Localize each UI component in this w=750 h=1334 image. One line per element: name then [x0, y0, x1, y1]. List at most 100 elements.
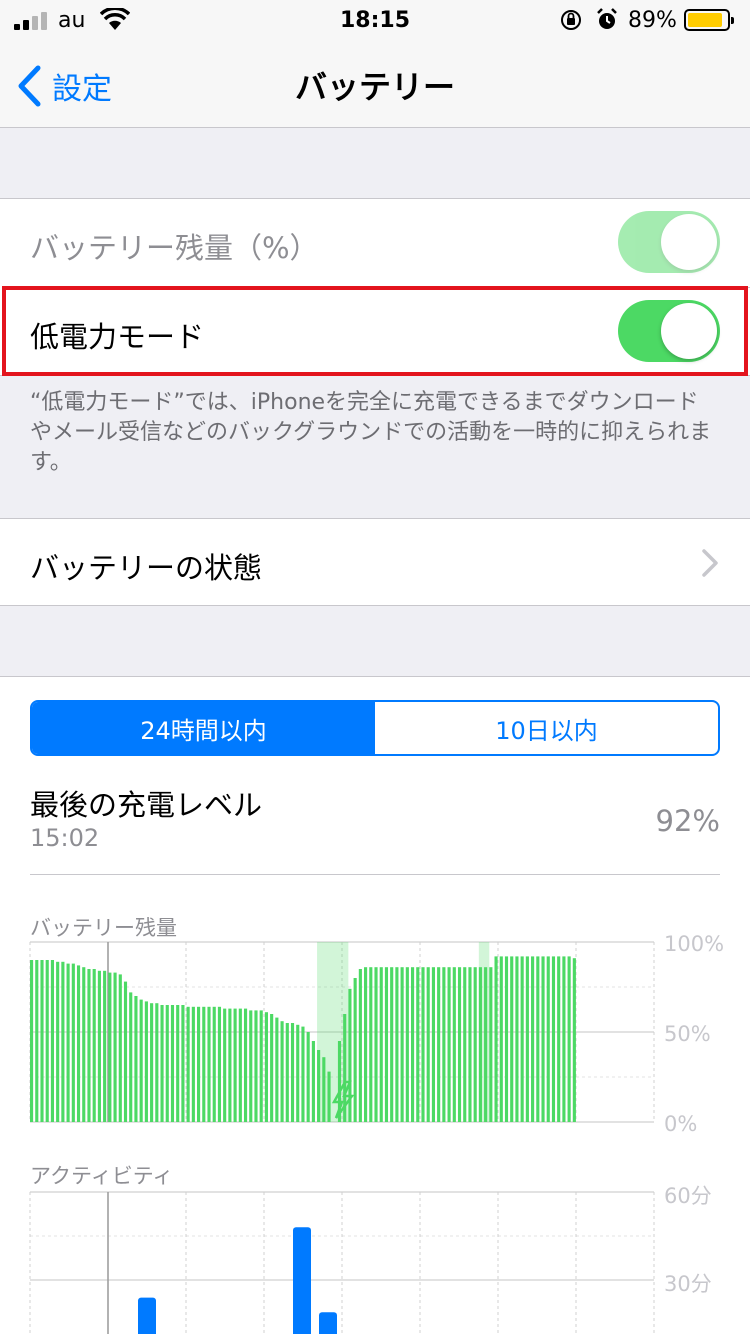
- battery-bar-56: [322, 1057, 326, 1122]
- battery-bar-30: [186, 1006, 190, 1122]
- battery-bar-23: [150, 1003, 154, 1122]
- battery-bar-49: [285, 1023, 289, 1122]
- battery-bar-45: [264, 1012, 268, 1122]
- battery-bar-18: [123, 981, 128, 1122]
- battery-bar-75: [421, 967, 425, 1122]
- battery-bar-38: [228, 1008, 232, 1122]
- battery-bar-4: [50, 960, 55, 1122]
- battery-bar-62: [353, 978, 357, 1122]
- battery-bar-20: [134, 996, 138, 1122]
- battery-bar-2: [40, 960, 44, 1122]
- battery-bar-14: [103, 970, 107, 1122]
- battery-bar-5: [56, 961, 60, 1122]
- battery-bar-22: [144, 1001, 148, 1122]
- battery-bar-68: [384, 967, 389, 1122]
- battery-health-row[interactable]: バッテリーの状態: [0, 519, 750, 607]
- battery-bar-78: [437, 967, 441, 1122]
- battery-bar-103: [567, 956, 571, 1122]
- battery-bar-46: [270, 1014, 274, 1122]
- battery-bar-77: [431, 967, 435, 1122]
- battery-icon: [684, 9, 734, 31]
- battery-bar-55: [317, 1050, 321, 1122]
- battery-bar-101: [557, 956, 561, 1122]
- battery-bar-13: [97, 970, 101, 1122]
- battery-bar-76: [426, 967, 430, 1122]
- battery-bar-95: [525, 956, 529, 1122]
- battery-bar-102: [562, 956, 566, 1122]
- activity-chart-title: アクティビティ: [30, 1164, 174, 1188]
- battery-bar-3: [45, 960, 49, 1122]
- battery-bar-50: [290, 1023, 295, 1122]
- battery-bar-70: [395, 967, 399, 1122]
- battery-bar-87: [484, 967, 488, 1122]
- activity-bar-0: [138, 1297, 156, 1334]
- battery-ytick-50: 50%: [664, 1022, 711, 1046]
- battery-bar-24: [155, 1003, 159, 1122]
- battery-bar-89: [494, 956, 498, 1122]
- battery-bar-36: [217, 1006, 222, 1122]
- battery-bar-21: [139, 999, 143, 1122]
- battery-bar-8: [71, 963, 75, 1122]
- segment-24-hours[interactable]: 24時間以内: [32, 702, 375, 754]
- battery-level-chart: [29, 941, 655, 1123]
- battery-bar-74: [416, 967, 420, 1122]
- battery-bar-43: [254, 1010, 258, 1122]
- battery-bar-33: [202, 1006, 206, 1122]
- battery-bar-104: [572, 958, 576, 1122]
- battery-bar-44: [259, 1010, 263, 1122]
- activity-bar-1: [293, 1227, 311, 1334]
- battery-ytick-0: 0%: [664, 1112, 698, 1136]
- battery-bar-16: [113, 972, 117, 1122]
- battery-bar-32: [197, 1006, 201, 1122]
- segment-10-days[interactable]: 10日以内: [375, 702, 718, 754]
- battery-percentage-toggle[interactable]: [618, 211, 720, 273]
- last-charge-level: 92%: [655, 804, 720, 838]
- battery-health-label: バッテリーの状態: [30, 551, 263, 585]
- battery-bar-34: [207, 1006, 211, 1122]
- battery-bar-1: [35, 960, 39, 1122]
- battery-bar-40: [238, 1008, 242, 1122]
- battery-bar-72: [405, 967, 409, 1122]
- battery-bar-57: [327, 1071, 331, 1122]
- battery-bar-17: [118, 974, 122, 1122]
- battery-bar-80: [447, 967, 451, 1122]
- battery-bar-19: [129, 992, 133, 1122]
- battery-bar-93: [515, 956, 519, 1122]
- battery-bar-99: [546, 956, 550, 1122]
- battery-bar-63: [358, 969, 362, 1122]
- battery-bar-11: [87, 969, 91, 1122]
- battery-bar-94: [520, 956, 524, 1122]
- battery-bar-96: [531, 956, 535, 1122]
- battery-bar-65: [369, 967, 373, 1122]
- battery-bar-29: [181, 1005, 185, 1122]
- battery-bar-81: [452, 967, 456, 1122]
- battery-percentage-label: バッテリー残量（%）: [30, 231, 319, 265]
- page-title: バッテリー: [294, 68, 455, 106]
- battery-bar-73: [410, 967, 415, 1122]
- status-bar: au 18:15 89%: [0, 0, 750, 40]
- activity-bar-2: [319, 1312, 337, 1334]
- battery-bar-41: [243, 1008, 248, 1122]
- battery-bar-9: [76, 965, 81, 1122]
- battery-bar-54: [311, 1041, 315, 1122]
- battery-bar-28: [176, 1005, 180, 1122]
- battery-bar-31: [191, 1006, 195, 1122]
- battery-bar-71: [400, 967, 404, 1122]
- battery-bar-51: [296, 1024, 300, 1122]
- battery-bar-64: [364, 967, 368, 1122]
- battery-bar-82: [457, 967, 462, 1122]
- section-divider: [30, 874, 720, 875]
- time-range-segmented-control[interactable]: 24時間以内 10日以内: [30, 700, 720, 756]
- battery-bar-52: [301, 1026, 305, 1122]
- battery-bar-25: [160, 1005, 164, 1122]
- battery-bar-53: [306, 1032, 310, 1122]
- battery-bar-48: [280, 1021, 284, 1122]
- battery-bar-15: [108, 972, 112, 1122]
- battery-bar-39: [233, 1008, 237, 1122]
- navigation-bar: 設定 バッテリー: [0, 40, 750, 128]
- battery-bar-100: [551, 956, 556, 1122]
- battery-health-group: バッテリーの状態: [0, 518, 750, 606]
- alarm-icon: [597, 8, 617, 29]
- battery-bar-35: [212, 1006, 216, 1122]
- battery-bar-84: [468, 967, 472, 1122]
